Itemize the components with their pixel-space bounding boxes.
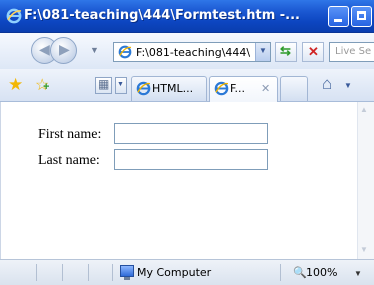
tab-bar: ★ ☆ HTML... F... ✕ ⌂ ▼ xyxy=(0,69,374,102)
zoom-level[interactable]: 100% xyxy=(306,266,337,279)
address-text[interactable]: F:\081-teaching\444\ xyxy=(136,46,254,59)
status-divider xyxy=(62,264,63,281)
title-bar[interactable]: F:\081-teaching\444\Formtest.htm -... xyxy=(0,0,374,33)
maximize-button[interactable] xyxy=(351,6,372,27)
vertical-scrollbar[interactable]: ▲ ▼ xyxy=(357,102,374,259)
window-title: F:\081-teaching\444\Formtest.htm -... xyxy=(24,8,300,23)
home-dropdown[interactable]: ▼ xyxy=(344,81,352,90)
zoom-icon[interactable]: 🔍 xyxy=(293,266,307,279)
ie-page-icon xyxy=(118,45,132,59)
home-icon[interactable]: ⌂ xyxy=(322,74,332,94)
stop-button[interactable] xyxy=(302,42,324,62)
tab-formtest[interactable]: F... ✕ xyxy=(209,76,278,102)
address-dropdown-button[interactable] xyxy=(255,43,270,61)
tab-label: HTML... xyxy=(152,82,194,95)
tab-label: F... xyxy=(230,82,246,95)
refresh-button[interactable] xyxy=(275,42,297,62)
address-bar[interactable]: F:\081-teaching\444\ xyxy=(113,42,271,62)
new-tab-button[interactable] xyxy=(280,76,308,101)
status-divider xyxy=(36,264,37,281)
add-favorite-icon[interactable]: ☆ xyxy=(35,75,50,95)
page-content: First name: Last name: xyxy=(0,102,358,259)
ie-logo-icon xyxy=(6,8,22,24)
first-name-input[interactable] xyxy=(114,123,268,144)
last-name-input[interactable] xyxy=(114,149,268,170)
tab-html[interactable]: HTML... xyxy=(131,76,207,101)
search-box[interactable]: Live Se xyxy=(329,42,374,62)
quick-tabs-button[interactable] xyxy=(95,77,112,94)
status-divider xyxy=(88,264,89,281)
favorites-star-icon[interactable]: ★ xyxy=(8,75,23,95)
forward-button[interactable] xyxy=(50,37,77,64)
search-placeholder[interactable]: Live Se xyxy=(335,46,371,57)
zoom-dropdown[interactable]: ▼ xyxy=(354,269,362,278)
minimize-button[interactable] xyxy=(328,6,349,27)
scroll-up-icon[interactable]: ▲ xyxy=(360,105,368,114)
last-name-label: Last name: xyxy=(38,153,100,168)
status-divider xyxy=(112,264,113,281)
computer-icon xyxy=(120,265,134,280)
ie-page-icon xyxy=(136,81,151,96)
first-name-label: First name: xyxy=(38,127,102,142)
ie-page-icon xyxy=(214,81,229,96)
status-divider xyxy=(280,264,281,281)
recent-pages-dropdown[interactable]: ▼ xyxy=(90,45,99,55)
close-tab-icon[interactable]: ✕ xyxy=(261,82,270,95)
tab-list-dropdown[interactable] xyxy=(115,77,127,94)
scroll-down-icon[interactable]: ▼ xyxy=(360,245,368,254)
browser-window: F:\081-teaching\444\Formtest.htm -... ▼ … xyxy=(0,0,374,285)
status-bar: My Computer 🔍 100% ▼ xyxy=(0,259,374,285)
security-zone-text: My Computer xyxy=(137,266,212,279)
navigation-bar: ▼ F:\081-teaching\444\ Live Se xyxy=(0,33,374,69)
